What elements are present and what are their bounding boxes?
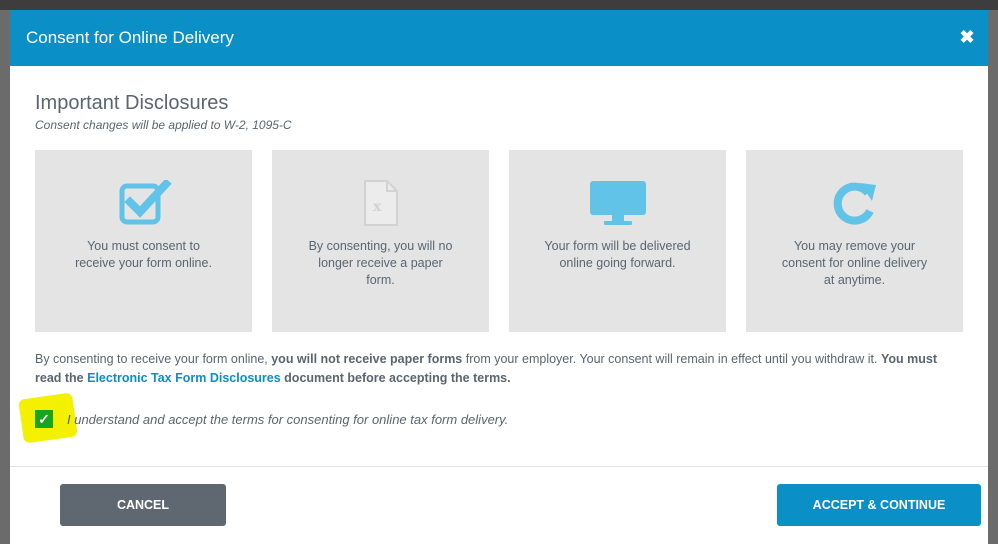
consent-checkbox[interactable]: ✓ [35,410,53,428]
svg-text:x: x [373,199,382,215]
disclosures-link[interactable]: Electronic Tax Form Disclosures [87,371,281,385]
notice-text: By consenting to receive your form onlin… [35,352,272,366]
section-title: Important Disclosures [35,92,229,114]
consent-notice: By consenting to receive your form onlin… [35,350,963,388]
notice-bold-text: you will not receive paper forms [271,352,463,366]
card-text: By consenting, you will no longer receiv… [308,239,453,287]
notice-text: from your employer. Your consent will re… [462,352,881,366]
backdrop [0,0,998,10]
card-text: Your form will be delivered online going… [544,239,691,270]
consent-label: I understand and accept the terms for co… [67,411,509,427]
close-icon[interactable]: ✖ [956,26,978,48]
consent-dialog: Consent for Online Delivery ✖ Important … [10,10,988,544]
dialog-title: Consent for Online Delivery [26,28,234,47]
cancel-button[interactable]: CANCEL [60,484,226,526]
backdrop-left [0,10,10,544]
dialog-body: Important Disclosures Consent changes wi… [10,66,988,444]
card-text: You must consent to receive your form on… [75,239,212,270]
disclosure-cards: You must consent to receive your form on… [35,150,963,332]
disclosure-card: You may remove your consent for online d… [746,150,963,332]
accept-continue-button[interactable]: ACCEPT & CONTINUE [777,484,981,526]
disclosure-card: x By consenting, you will no longer rece… [272,150,489,332]
dialog-header: Consent for Online Delivery ✖ [10,10,988,66]
monitor-icon [588,180,648,226]
backdrop-right [988,10,998,544]
checkbox-icon [116,180,172,226]
card-text: You may remove your consent for online d… [781,239,928,287]
disclosure-card: You must consent to receive your form on… [35,150,252,332]
section-subtitle: Consent changes will be applied to W-2, … [35,118,292,132]
consent-row: ✓ I understand and accept the terms for … [18,392,963,444]
document-x-icon: x [361,180,401,226]
notice-bold-text: document before accepting the terms. [280,371,511,385]
footer-divider [10,466,988,467]
disclosure-card: Your form will be delivered online going… [509,150,726,332]
refresh-icon [830,180,880,226]
